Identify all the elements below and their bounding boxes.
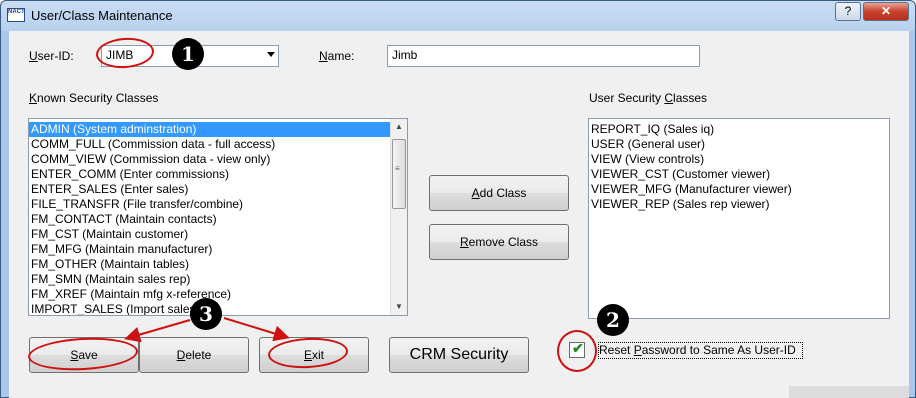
arrow-to-save: [124, 319, 191, 343]
annotation-arrows: [124, 317, 290, 343]
annotation-marker-2: 2: [597, 304, 629, 336]
annotation-marker-3: 3: [190, 298, 222, 330]
arrow-to-exit: [223, 317, 290, 342]
annotation-marker-1: 1: [172, 38, 204, 70]
